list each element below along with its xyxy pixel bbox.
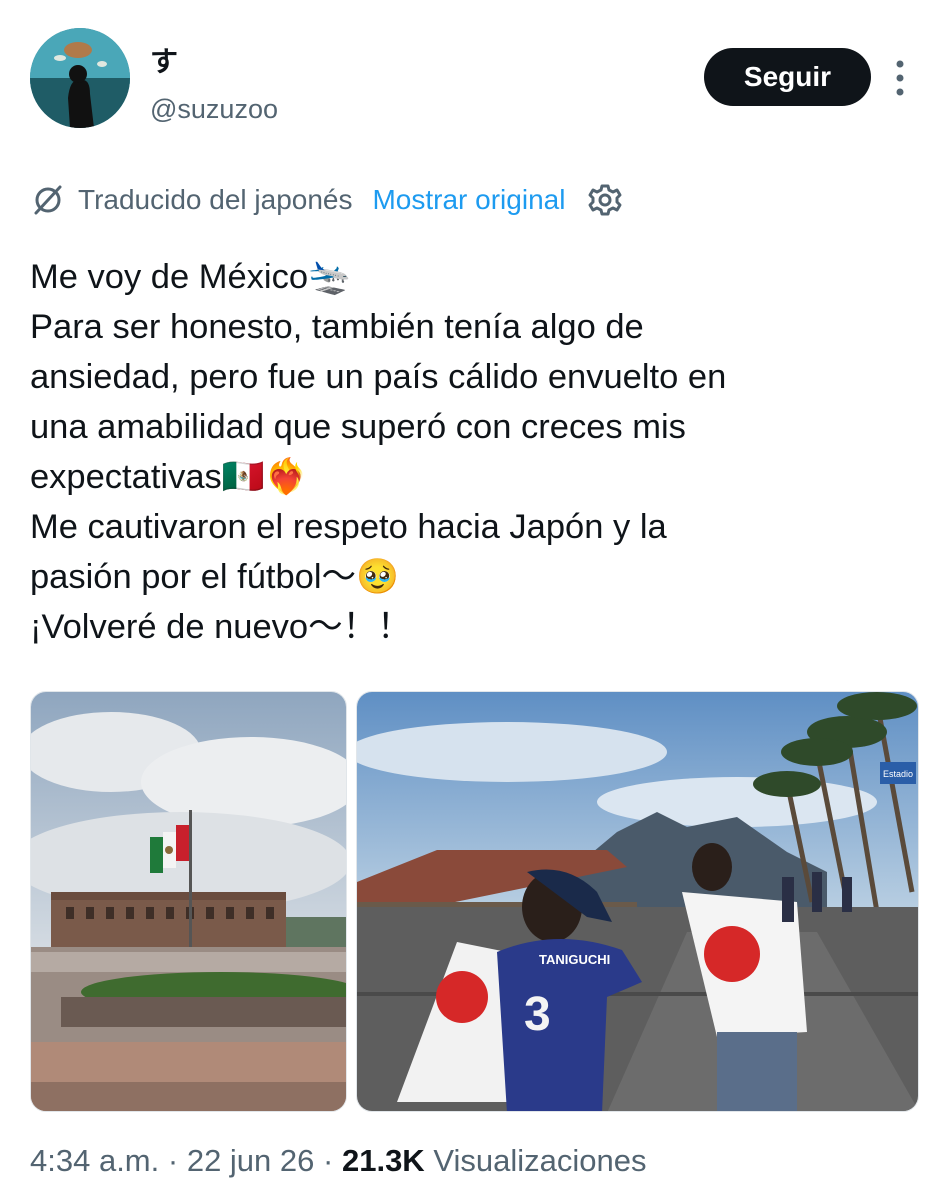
tweet-line: Para ser honesto, también tenía algo de [30, 308, 644, 346]
gear-icon[interactable] [587, 182, 623, 218]
photo-fans-image: Estadio TANIGUCHI 3 [357, 692, 918, 1111]
meta-separator: · [167, 1143, 179, 1178]
tweet-line: Me cautivaron el respeto hacia Japón y l… [30, 508, 667, 546]
views-count: 21.3K [341, 1143, 425, 1178]
tweet-line: pasión por el fútbol〜🥹 [30, 558, 399, 596]
tweet-line: Me voy de México🛬 [30, 258, 351, 296]
more-vertical-icon[interactable] [892, 60, 908, 96]
tweet-time[interactable]: 4:34 a.m. [30, 1143, 159, 1178]
photo-fans-japan-flags[interactable]: Estadio TANIGUCHI 3 [356, 691, 919, 1112]
tweet-line: una amabilidad que superó con creces mis [30, 408, 686, 446]
tweet-text: Me voy de México🛬 Para ser honesto, tamb… [30, 252, 920, 652]
photo-jersey-name: TANIGUCHI [539, 952, 610, 967]
translation-label: Traducido del japonés [78, 184, 353, 215]
avatar[interactable] [30, 28, 130, 128]
translate-icon [34, 185, 62, 215]
user-handle[interactable]: @suzuzoo [150, 94, 278, 125]
display-name[interactable]: す [150, 40, 178, 80]
photo-plaza-image [31, 692, 346, 1111]
photo-sign-text: Estadio [883, 769, 913, 779]
follow-button[interactable]: Seguir [704, 48, 871, 106]
tweet-line: ¡Volveré de nuevo〜！！ [30, 608, 412, 646]
tweet-line: expectativas🇲🇽❤️‍🔥 [30, 458, 308, 496]
translation-bar: Traducido del japonés Mostrar original [30, 178, 623, 222]
photo-jersey-number: 3 [524, 988, 551, 1041]
photo-government-palace[interactable] [30, 691, 347, 1112]
show-original-link[interactable]: Mostrar original [372, 184, 565, 216]
tweet-meta: 4:34 a.m. · 22 jun 26 · 21.3K Visualizac… [30, 1143, 646, 1179]
views-label: Visualizaciones [433, 1143, 647, 1178]
avatar-image [30, 28, 130, 128]
tweet-header: す @suzuzoo Seguir [30, 28, 920, 128]
tweet-date[interactable]: 22 jun 26 [187, 1143, 315, 1178]
tweet-line: ansiedad, pero fue un país cálido envuel… [30, 358, 727, 396]
meta-separator: · [323, 1143, 334, 1178]
